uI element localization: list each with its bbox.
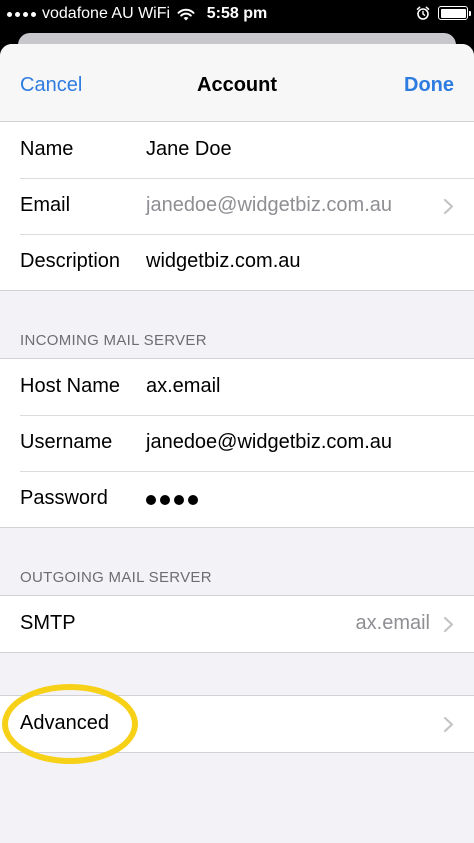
- smtp-label: SMTP: [20, 612, 76, 634]
- description-row[interactable]: Description widgetbiz.com.au: [0, 234, 474, 290]
- name-field[interactable]: Jane Doe: [146, 138, 232, 161]
- incoming-group: Host Name ax.email Username janedoe@widg…: [0, 358, 474, 528]
- account-group: Name Jane Doe Email janedoe@widgetbiz.co…: [0, 122, 474, 291]
- password-label: Password: [20, 487, 108, 509]
- email-value: janedoe@widgetbiz.com.au: [146, 194, 393, 216]
- smtp-value: ax.email: [355, 612, 430, 634]
- host-name-label: Host Name: [20, 375, 121, 397]
- status-right: [416, 6, 471, 20]
- battery-fill: [440, 8, 466, 18]
- alarm-icon: [416, 6, 430, 20]
- username-label: Username: [20, 431, 113, 453]
- done-button[interactable]: Done: [404, 74, 454, 97]
- status-bar: vodafone AU WiFi 5:58 pm: [0, 0, 474, 30]
- account-sheet: Cancel Account Done Name Jane Doe Email …: [0, 44, 474, 843]
- outgoing-group: SMTP ax.email: [0, 595, 474, 653]
- advanced-row[interactable]: Advanced: [0, 696, 474, 752]
- username-field[interactable]: janedoe@widgetbiz.com.au: [146, 431, 392, 454]
- name-row[interactable]: Name Jane Doe: [0, 122, 474, 178]
- smtp-row[interactable]: SMTP ax.email: [0, 596, 474, 652]
- advanced-group: Advanced: [0, 695, 474, 753]
- battery-icon: [438, 6, 471, 20]
- advanced-label: Advanced: [20, 712, 109, 734]
- host-name-row[interactable]: Host Name ax.email: [0, 359, 474, 415]
- name-label: Name: [20, 138, 74, 160]
- password-row[interactable]: Password: [0, 471, 474, 527]
- cancel-button[interactable]: Cancel: [20, 74, 82, 97]
- password-field[interactable]: [146, 495, 198, 505]
- description-label: Description: [20, 250, 121, 272]
- email-label: Email: [20, 194, 71, 216]
- incoming-section-header: INCOMING MAIL SERVER: [20, 332, 207, 349]
- status-time: 5:58 pm: [206, 5, 268, 22]
- outgoing-section-header: OUTGOING MAIL SERVER: [20, 569, 212, 586]
- chevron-right-icon: [443, 616, 454, 633]
- description-field[interactable]: widgetbiz.com.au: [146, 250, 301, 273]
- host-name-field[interactable]: ax.email: [146, 375, 220, 398]
- chevron-right-icon: [443, 198, 454, 215]
- username-row[interactable]: Username janedoe@widgetbiz.com.au: [0, 415, 474, 471]
- email-row[interactable]: Email janedoe@widgetbiz.com.au: [0, 178, 474, 234]
- navigation-bar: Cancel Account Done: [0, 44, 474, 122]
- chevron-right-icon: [443, 716, 454, 733]
